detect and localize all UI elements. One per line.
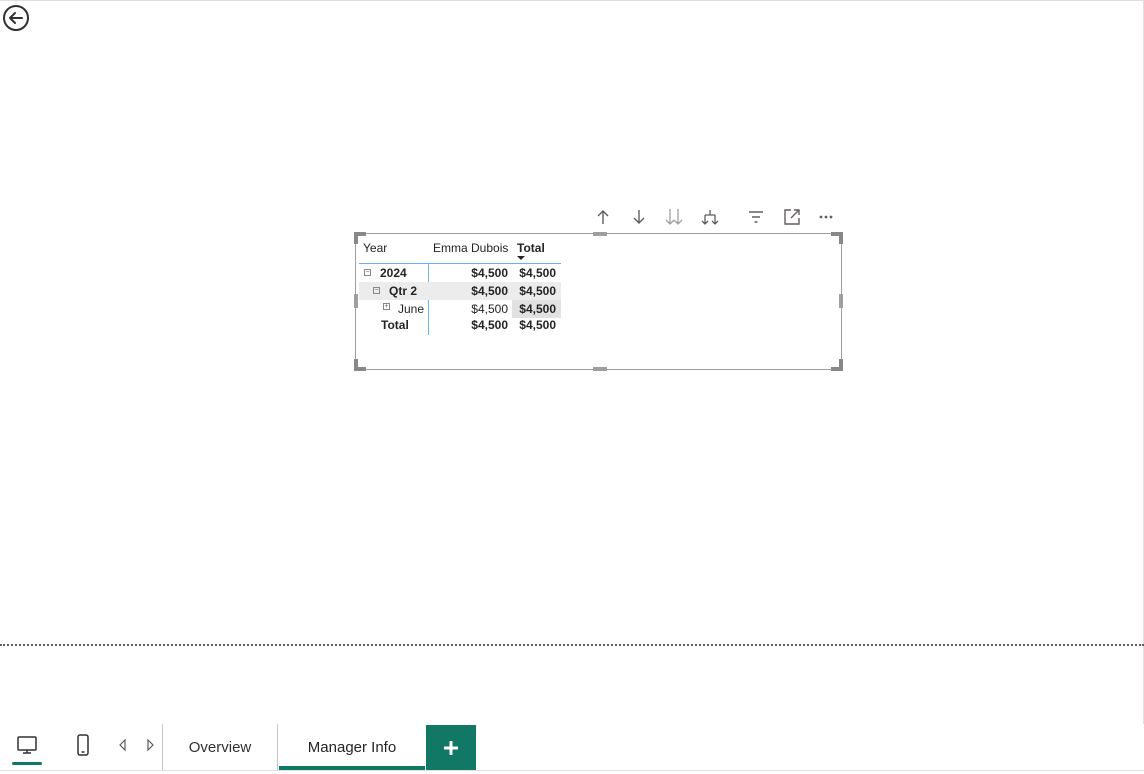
- column-header-total[interactable]: Total: [517, 241, 545, 255]
- sort-descending-icon: [517, 256, 525, 260]
- page-navigation-bar: Overview Manager Info: [0, 724, 1144, 774]
- tab-overview[interactable]: Overview: [163, 724, 278, 770]
- cell-total: $4,500: [519, 284, 556, 298]
- active-layout-indicator: [12, 762, 42, 765]
- page-boundary-line: [0, 644, 1144, 646]
- resize-handle-bottom-right[interactable]: [831, 359, 843, 371]
- next-page-button[interactable]: [144, 738, 156, 752]
- resize-handle-right[interactable]: [839, 294, 843, 308]
- resize-handle-bottom[interactable]: [593, 367, 607, 371]
- resize-handle-bottom-left[interactable]: [354, 359, 366, 371]
- cell-total: $4,500: [519, 318, 556, 332]
- table-row[interactable]: + June $4,500 $4,500: [359, 300, 561, 318]
- tab-label: Overview: [188, 738, 252, 756]
- tab-manager-info[interactable]: Manager Info: [279, 724, 425, 770]
- resize-handle-top[interactable]: [593, 232, 607, 236]
- focus-mode-button[interactable]: [779, 204, 805, 230]
- matrix-table: Year Emma Dubois Total − 2024 $4,500 $4,…: [359, 238, 561, 336]
- tab-label: Manager Info: [307, 738, 397, 756]
- table-row[interactable]: Total $4,500 $4,500: [359, 318, 561, 336]
- drill-up-button[interactable]: [590, 204, 616, 230]
- arrow-up-icon: [597, 210, 609, 224]
- matrix-header-row: Year Emma Dubois Total: [359, 238, 561, 264]
- go-to-next-level-button[interactable]: [661, 204, 687, 230]
- drill-down-button[interactable]: [626, 204, 652, 230]
- column-header-employee[interactable]: Emma Dubois: [433, 241, 508, 255]
- top-border: [0, 0, 1144, 1]
- row-label: Qtr 2: [389, 284, 418, 298]
- table-row[interactable]: − Qtr 2 $4,500 $4,500: [359, 282, 561, 300]
- cell-value: $4,500: [471, 266, 508, 280]
- arrow-down-icon: [633, 210, 645, 224]
- filter-button[interactable]: [743, 204, 769, 230]
- column-header-year[interactable]: Year: [363, 241, 387, 255]
- collapse-icon[interactable]: −: [373, 287, 380, 294]
- double-arrow-down-icon: [665, 209, 683, 225]
- resize-handle-left[interactable]: [354, 294, 358, 308]
- desktop-icon: [17, 736, 37, 754]
- table-row[interactable]: − 2024 $4,500 $4,500: [359, 264, 561, 282]
- visual-header-toolbar: [590, 204, 840, 230]
- row-label: 2024: [380, 266, 407, 280]
- row-label: June: [398, 302, 425, 316]
- back-arrow-icon: [3, 5, 29, 31]
- cell-value: $4,500: [471, 284, 508, 298]
- mobile-layout-button[interactable]: [68, 730, 98, 760]
- filter-icon: [749, 211, 763, 223]
- resize-handle-top-right[interactable]: [831, 232, 843, 244]
- cell-value: $4,500: [471, 302, 508, 316]
- chevron-right-icon: [147, 738, 154, 752]
- focus-mode-icon: [784, 209, 800, 225]
- row-label-total: Total: [381, 318, 409, 332]
- desktop-layout-button[interactable]: [12, 730, 42, 760]
- plus-icon: [444, 740, 458, 755]
- chevron-left-icon: [119, 738, 126, 752]
- collapse-icon[interactable]: −: [364, 269, 371, 276]
- cell-value: $4,500: [471, 318, 508, 332]
- bottom-rule: [0, 770, 1144, 771]
- expand-next-level-button[interactable]: [697, 204, 723, 230]
- expand-icon[interactable]: +: [383, 303, 390, 310]
- more-options-button[interactable]: [813, 204, 839, 230]
- more-options-icon: [819, 215, 833, 219]
- cell-total: $4,500: [519, 266, 556, 280]
- cell-total: $4,500: [519, 302, 556, 316]
- expand-hierarchy-icon: [701, 210, 719, 225]
- add-page-button[interactable]: [426, 725, 476, 770]
- back-button[interactable]: [2, 4, 30, 32]
- previous-page-button[interactable]: [117, 738, 129, 752]
- mobile-icon: [77, 734, 89, 756]
